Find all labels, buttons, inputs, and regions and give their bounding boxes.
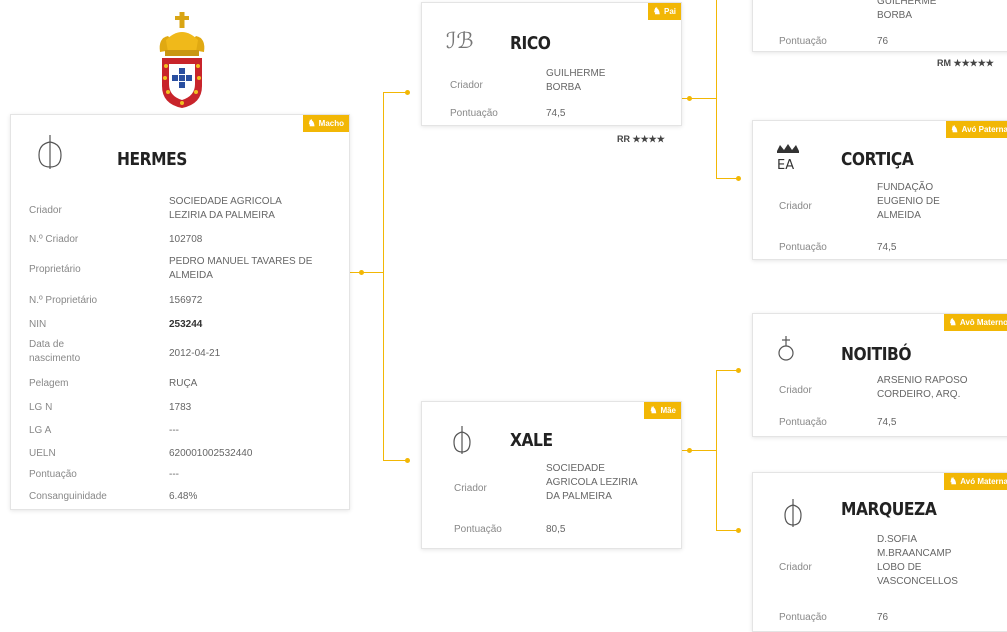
brand-mark-icon: EA bbox=[775, 143, 801, 176]
brand-mark-icon: ℐℬ bbox=[446, 29, 474, 54]
sire-rating: RR ★★★★ bbox=[617, 134, 665, 144]
horse-icon: ♞ bbox=[652, 6, 661, 16]
horse-icon: ♞ bbox=[950, 124, 959, 134]
horse-name: HERMES bbox=[117, 149, 188, 170]
horse-name: MARQUEZA bbox=[841, 499, 937, 520]
badge-label: Avó Paterna bbox=[961, 125, 1007, 134]
maternal-granddam-badge: ♞ Avó Materna bbox=[944, 473, 1007, 490]
paternal-grandsire-card[interactable]: GUILHERME BORBA Pontuação 76 bbox=[752, 0, 1007, 52]
dam-badge: ♞ Mãe bbox=[644, 402, 681, 419]
horse-name: CORTIÇA bbox=[841, 149, 914, 170]
badge-label: Avô Materno bbox=[959, 318, 1007, 327]
coat-of-arms-icon bbox=[152, 12, 212, 108]
brand-mark-icon bbox=[452, 426, 472, 459]
brand-mark-icon bbox=[783, 499, 803, 532]
sex-badge: ♞ Macho bbox=[302, 115, 349, 132]
horse-name: NOITIBÓ bbox=[841, 344, 912, 365]
horse-icon: ♞ bbox=[948, 317, 957, 327]
dam-card[interactable]: ♞ Mãe XALE Criador SOCIEDADE AGRICOLA LEZ… bbox=[421, 401, 682, 549]
horse-name: XALE bbox=[510, 430, 553, 451]
maternal-grandsire-badge: ♞ Avô Materno bbox=[943, 314, 1007, 331]
main-horse-card: ♞ Macho HERMES Criador SOCIEDADE AGRICOLA… bbox=[10, 114, 350, 510]
criador-value: GUILHERME BORBA bbox=[877, 0, 937, 21]
brand-mark-icon bbox=[37, 135, 63, 174]
svg-text:EA: EA bbox=[777, 158, 794, 171]
sire-card[interactable]: ♞ Pai ℐℬ RICO Criador GUILHERME BORBA Pon… bbox=[421, 2, 682, 126]
brand-mark-icon bbox=[777, 336, 795, 367]
paternal-granddam-badge: ♞ Avó Paterna bbox=[945, 121, 1007, 138]
sire-badge-label: Pai bbox=[663, 7, 676, 16]
horse-name: RICO bbox=[510, 33, 551, 54]
paternal-grandsire-rating: RM ★★★★★ bbox=[937, 58, 994, 68]
sex-badge-label: Macho bbox=[318, 119, 344, 128]
badge-label: Avó Materna bbox=[960, 477, 1007, 486]
maternal-granddam-card[interactable]: ♞ Avó Materna MARQUEZA Criador D.SOFIA M.… bbox=[752, 472, 1007, 632]
sire-badge: ♞ Pai bbox=[647, 3, 681, 20]
horse-icon: ♞ bbox=[949, 476, 958, 486]
maternal-grandsire-card[interactable]: ♞ Avô Materno NOITIBÓ Criador ARSENIO RAP… bbox=[752, 313, 1007, 437]
horse-icon: ♞ bbox=[649, 405, 658, 415]
dam-badge-label: Mãe bbox=[660, 406, 676, 415]
paternal-granddam-card[interactable]: ♞ Avó Paterna EA CORTIÇA Criador FUNDAÇÃO… bbox=[752, 120, 1007, 260]
horse-icon: ♞ bbox=[307, 118, 316, 128]
